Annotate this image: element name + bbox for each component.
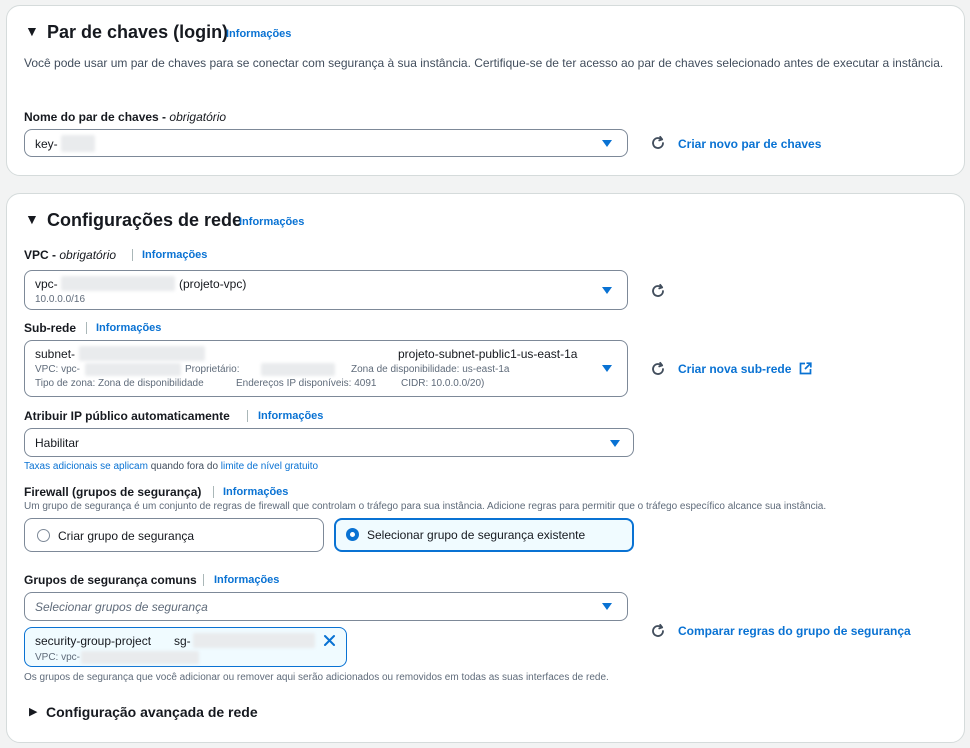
- redacted-text: [193, 633, 315, 648]
- redacted-text: [79, 346, 205, 361]
- token-sg-vpc: VPC: vpc-: [35, 652, 81, 663]
- redacted-text: [261, 363, 335, 376]
- redacted-text: [85, 363, 181, 376]
- radio-button-selected[interactable]: [346, 528, 359, 541]
- token-sg-name: security-group-project: [35, 634, 152, 648]
- common-sg-select[interactable]: Selecionar grupos de segurança: [24, 592, 628, 621]
- redacted-text: [61, 135, 95, 152]
- vpc-cidr: 10.0.0.0/16: [35, 294, 86, 305]
- divider: [203, 574, 204, 586]
- keypair-select[interactable]: key-: [24, 129, 628, 157]
- network-panel: ▼ Configurações de rede Informações VPC …: [6, 193, 965, 743]
- public-ip-info-link[interactable]: Informações: [258, 410, 323, 422]
- network-title[interactable]: Configurações de rede: [47, 210, 242, 231]
- dropdown-arrow-icon: [610, 440, 620, 447]
- caret-down-icon[interactable]: ▼: [25, 23, 39, 39]
- subnet-info-link[interactable]: Informações: [96, 322, 161, 334]
- dropdown-arrow-icon: [602, 603, 612, 610]
- divider: [247, 410, 248, 422]
- free-tier-link[interactable]: limite de nível gratuito: [221, 461, 318, 472]
- dropdown-arrow-icon: [602, 140, 612, 147]
- subnet-owner: Proprietário:: [185, 364, 240, 375]
- refresh-icon[interactable]: [650, 361, 666, 377]
- subnet-ips: Endereços IP disponíveis: 4091: [236, 378, 377, 389]
- subnet-prefix: subnet-: [35, 347, 76, 361]
- radio-button[interactable]: [37, 529, 50, 542]
- common-sg-placeholder: Selecionar grupos de segurança: [35, 600, 208, 614]
- radio-create-label: Criar grupo de segurança: [58, 529, 195, 543]
- subnet-zone-type: Tipo de zona: Zona de disponibilidade: [35, 378, 204, 389]
- common-sg-label: Grupos de segurança comuns: [24, 573, 197, 587]
- refresh-icon[interactable]: [650, 135, 666, 151]
- dropdown-arrow-icon: [602, 287, 612, 294]
- keypair-name-label: Nome do par de chaves - obrigatório: [24, 110, 227, 124]
- vpc-info-link[interactable]: Informações: [142, 249, 207, 261]
- subnet-select[interactable]: subnet- projeto-subnet-public1-us-east-1…: [24, 340, 628, 397]
- network-info-link[interactable]: Informações: [239, 216, 304, 228]
- security-group-token: security-group-project sg- VPC: vpc-: [24, 627, 347, 667]
- firewall-info-link[interactable]: Informações: [223, 486, 288, 498]
- common-sg-info-link[interactable]: Informações: [214, 574, 279, 586]
- public-ip-label: Atribuir IP público automaticamente: [24, 409, 230, 423]
- divider: [213, 486, 214, 498]
- firewall-label: Firewall (grupos de segurança): [24, 485, 202, 499]
- keypair-description: Você pode usar um par de chaves para se …: [24, 56, 944, 70]
- refresh-icon[interactable]: [650, 283, 666, 299]
- create-subnet-link[interactable]: Criar nova sub-rede: [678, 362, 812, 376]
- subnet-cidr: CIDR: 10.0.0.0/20): [401, 378, 485, 389]
- firewall-description: Um grupo de segurança é um conjunto de r…: [24, 501, 827, 512]
- radio-select-label: Selecionar grupo de segurança existente: [367, 528, 586, 542]
- token-sg-id: sg-: [174, 634, 191, 648]
- subnet-vpc: VPC: vpc-: [35, 364, 81, 375]
- close-icon[interactable]: [323, 634, 336, 647]
- radio-select-existing-sg[interactable]: Selecionar grupo de segurança existente: [334, 518, 634, 552]
- advanced-network-toggle[interactable]: Configuração avançada de rede: [46, 704, 258, 720]
- dropdown-arrow-icon: [602, 365, 612, 372]
- redacted-text: [61, 276, 175, 291]
- create-keypair-link[interactable]: Criar novo par de chaves: [678, 137, 821, 151]
- common-sg-note: Os grupos de segurança que você adiciona…: [24, 672, 609, 683]
- subnet-label: Sub-rede: [24, 321, 77, 335]
- vpc-prefix: vpc-: [35, 277, 58, 291]
- caret-down-icon[interactable]: ▼: [25, 211, 39, 227]
- keypair-info-link[interactable]: Informações: [226, 28, 291, 40]
- external-link-icon: [799, 362, 812, 375]
- keypair-select-value: key-: [35, 137, 58, 151]
- public-ip-note: Taxas adicionais se aplicam quando fora …: [24, 461, 319, 472]
- radio-create-sg[interactable]: Criar grupo de segurança: [24, 518, 324, 552]
- subnet-az: Zona de disponibilidade: us-east-1a: [351, 364, 510, 375]
- keypair-title[interactable]: Par de chaves (login): [47, 22, 228, 43]
- redacted-text: [81, 651, 199, 664]
- fees-link[interactable]: Taxas adicionais se aplicam: [24, 461, 148, 472]
- refresh-icon[interactable]: [650, 623, 666, 639]
- vpc-select[interactable]: vpc- (projeto-vpc) 10.0.0.0/16: [24, 270, 628, 310]
- public-ip-select[interactable]: Habilitar: [24, 428, 634, 457]
- caret-right-icon[interactable]: ▶: [29, 705, 37, 718]
- vpc-label: VPC - obrigatório: [24, 248, 117, 262]
- compare-sg-rules-link[interactable]: Comparar regras do grupo de segurança: [678, 624, 911, 638]
- divider: [86, 322, 87, 334]
- public-ip-value: Habilitar: [35, 436, 80, 450]
- keypair-panel: ▼ Par de chaves (login) Informações Você…: [6, 5, 965, 176]
- vpc-name: (projeto-vpc): [179, 277, 247, 291]
- divider: [132, 249, 133, 261]
- subnet-name: projeto-subnet-public1-us-east-1a: [398, 347, 578, 361]
